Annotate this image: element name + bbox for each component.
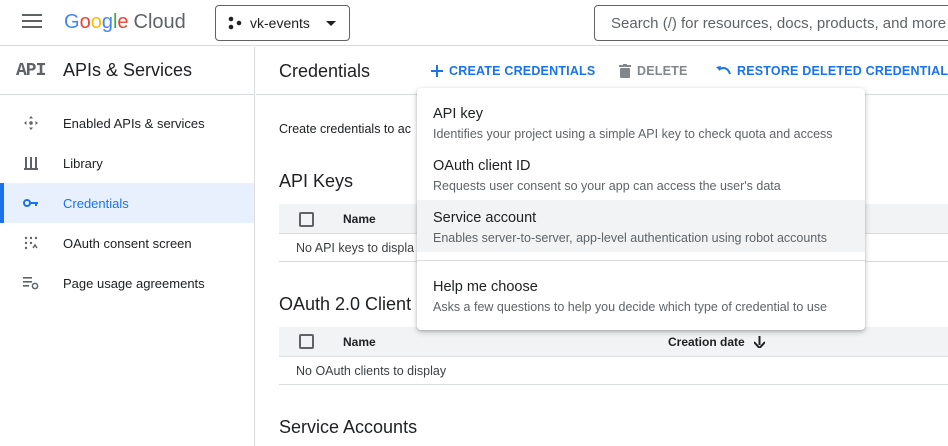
delete-button[interactable]: DELETE (619, 64, 688, 78)
search-input[interactable]: Search (/) for resources, docs, products… (594, 5, 948, 41)
menu-item-title: Help me choose (433, 279, 538, 295)
page-title: Credentials (279, 61, 371, 81)
sidebar-item-library[interactable]: Library (0, 143, 254, 183)
settings-list-icon (22, 274, 40, 292)
intro-text: Create credentials to ac (279, 122, 412, 136)
project-icon (228, 16, 242, 30)
sidebar-header: API APIs & Services (0, 47, 254, 95)
select-all-checkbox[interactable] (299, 334, 314, 349)
menu-item-title: Service account (433, 210, 537, 226)
trash-icon (619, 64, 631, 78)
sidebar-item-label: Credentials (63, 195, 129, 211)
menu-item-title: OAuth client ID (433, 158, 531, 174)
create-credentials-label: CREATE CREDENTIALS (449, 64, 596, 78)
column-creation-date-label: Creation date (668, 335, 745, 349)
delete-label: DELETE (637, 64, 688, 78)
sidebar-item-label: Library (63, 155, 103, 171)
sidebar-item-label: OAuth consent screen (63, 235, 192, 251)
column-creation-date[interactable]: Creation date (668, 335, 766, 350)
project-picker[interactable]: vk-events (215, 5, 350, 41)
sidebar-item-enabled-apis[interactable]: Enabled APIs & services (0, 103, 254, 143)
oauth-empty-row: No OAuth clients to display (279, 357, 948, 385)
oauth-table-header: Name Creation date (279, 327, 948, 357)
hub-icon (22, 114, 40, 132)
create-credentials-button[interactable]: CREATE CREDENTIALS (431, 64, 595, 78)
create-credentials-menu: API key Identifies your project using a … (417, 88, 865, 330)
menu-item-description: Asks a few questions to help you decide … (433, 300, 827, 314)
sidebar-item-page-usage[interactable]: Page usage agreements (0, 263, 254, 303)
sidebar-item-oauth-consent[interactable]: OAuth consent screen (0, 223, 254, 263)
key-icon (22, 194, 40, 212)
consent-icon (22, 234, 40, 252)
sidebar-title: APIs & Services (63, 60, 193, 80)
sidebar-item-label: Enabled APIs & services (63, 115, 205, 131)
sidebar-item-label: Page usage agreements (63, 275, 205, 291)
restore-deleted-credentials-button[interactable]: RESTORE DELETED CREDENTIALS (716, 64, 948, 78)
menu-divider (417, 260, 865, 261)
select-all-checkbox[interactable] (299, 212, 314, 227)
menu-item-description: Identifies your project using a simple A… (433, 127, 833, 141)
menu-item-title: API key (433, 106, 483, 122)
menu-item-help-me-choose[interactable]: Help me choose Asks a few questions to h… (417, 269, 865, 321)
oauth-clients-title: OAuth 2.0 Client I (279, 294, 422, 314)
menu-item-service-account[interactable]: Service account Enables server-to-server… (417, 200, 865, 252)
menu-item-api-key[interactable]: API key Identifies your project using a … (417, 96, 865, 148)
undo-icon (716, 66, 731, 76)
top-bar: Google Cloud vk-events Search (/) for res… (0, 0, 948, 46)
google-cloud-logo[interactable]: Google Cloud (64, 10, 186, 34)
api-icon: API (16, 60, 46, 81)
plus-icon (431, 65, 443, 77)
column-name: Name (343, 212, 376, 226)
menu-item-description: Enables server-to-server, app-level auth… (433, 231, 827, 245)
menu-icon[interactable] (22, 14, 42, 30)
restore-label: RESTORE DELETED CREDENTIALS (737, 64, 948, 78)
sidebar: API APIs & Services Enabled APIs & servi… (0, 47, 255, 446)
api-keys-title: API Keys (279, 171, 354, 191)
menu-item-description: Requests user consent so your app can ac… (433, 179, 781, 193)
column-name: Name (343, 335, 376, 349)
sidebar-item-credentials[interactable]: Credentials (0, 183, 254, 223)
arrow-down-icon (753, 336, 766, 350)
menu-item-oauth-client-id[interactable]: OAuth client ID Requests user consent so… (417, 148, 865, 200)
service-accounts-title: Service Accounts (279, 417, 418, 437)
project-name: vk-events (250, 15, 310, 31)
library-icon (22, 154, 40, 172)
chevron-down-icon (325, 20, 336, 26)
